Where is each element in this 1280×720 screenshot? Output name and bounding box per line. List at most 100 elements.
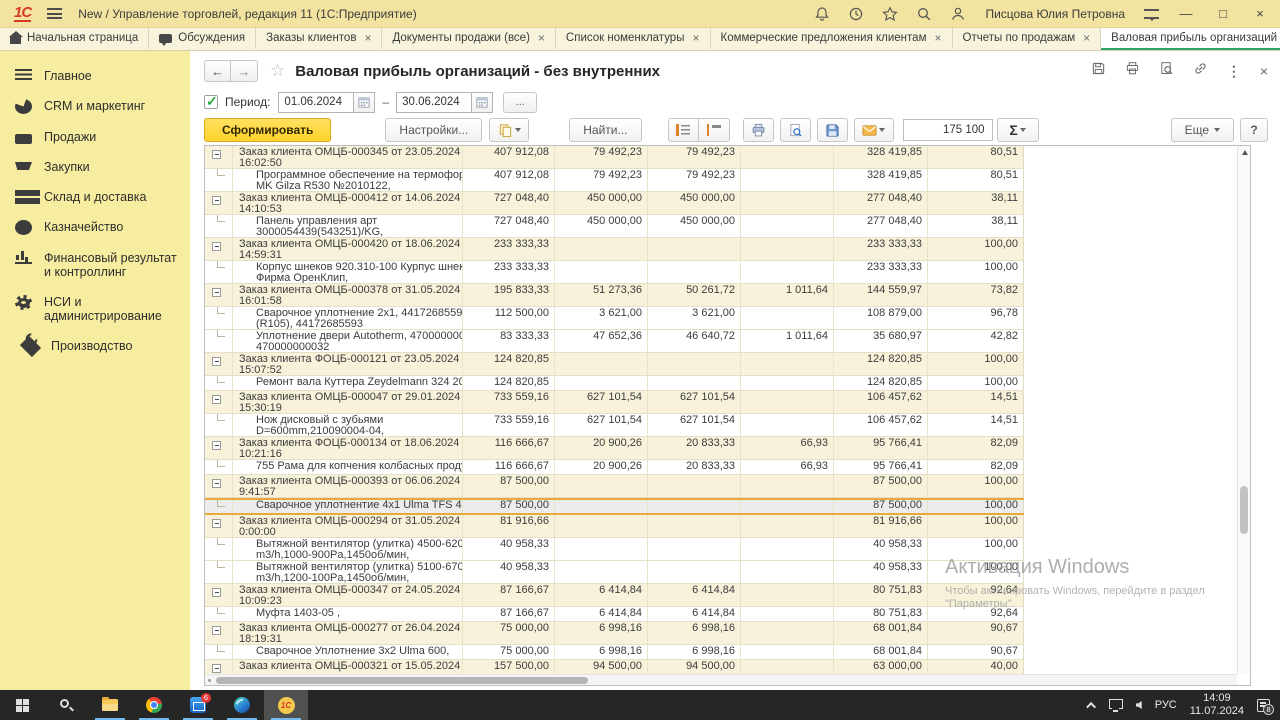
- favorites-star-icon[interactable]: [881, 5, 898, 22]
- horizontal-scrollbar[interactable]: [205, 674, 1237, 685]
- taskbar-explorer-button[interactable]: [88, 690, 132, 720]
- cost2-cell[interactable]: 79 492,23: [648, 146, 741, 168]
- tab-close-icon[interactable]: ×: [538, 31, 545, 45]
- gross-profit-cell[interactable]: 233 333,33: [834, 238, 928, 260]
- extra-cost-cell[interactable]: [741, 538, 834, 560]
- scroll-left-icon[interactable]: [208, 679, 211, 682]
- tree-cell[interactable]: [205, 561, 233, 583]
- revenue-cell[interactable]: 75 000,00: [463, 645, 555, 659]
- collapse-group-icon[interactable]: [212, 196, 221, 205]
- cost-cell[interactable]: 450 000,00: [555, 215, 648, 237]
- cost-cell[interactable]: 6 414,84: [555, 584, 648, 606]
- sidebar-item[interactable]: Казначейство: [0, 212, 190, 243]
- tree-cell[interactable]: [205, 376, 233, 390]
- table-row[interactable]: Заказ клиента ОМЦБ-000378 от 31.05.2024 …: [205, 284, 1024, 307]
- profitability-cell[interactable]: 100,00: [928, 238, 1024, 260]
- revenue-cell[interactable]: 75 000,00: [463, 622, 555, 644]
- tree-cell[interactable]: [205, 284, 233, 306]
- cost2-cell[interactable]: [648, 500, 741, 513]
- cost2-cell[interactable]: [648, 238, 741, 260]
- cost2-cell[interactable]: [648, 353, 741, 375]
- revenue-cell[interactable]: 81 916,66: [463, 515, 555, 537]
- app-tab[interactable]: Документы продажи (все) ×: [382, 28, 555, 50]
- gross-profit-cell[interactable]: 328 419,85: [834, 146, 928, 168]
- report-close-icon[interactable]: ×: [1260, 63, 1268, 79]
- collapse-groups-button[interactable]: [699, 118, 730, 142]
- profitability-cell[interactable]: 80,51: [928, 146, 1024, 168]
- cost-cell[interactable]: 627 101,54: [555, 391, 648, 413]
- extra-cost-cell[interactable]: [741, 261, 834, 283]
- revenue-cell[interactable]: 124 820,85: [463, 376, 555, 390]
- gross-profit-cell[interactable]: 80 751,83: [834, 584, 928, 606]
- profitability-cell[interactable]: 38,11: [928, 215, 1024, 237]
- sidebar-item[interactable]: Финансовый результат и контроллинг: [0, 243, 190, 287]
- tree-cell[interactable]: [205, 192, 233, 214]
- row-name-cell[interactable]: Заказ клиента ОМЦБ-000345 от 23.05.2024 …: [233, 146, 463, 168]
- tree-cell[interactable]: [205, 475, 233, 497]
- cost-cell[interactable]: 20 900,26: [555, 460, 648, 474]
- cost-cell[interactable]: 6 998,16: [555, 645, 648, 659]
- tab-close-icon[interactable]: ×: [692, 31, 699, 45]
- gross-profit-cell[interactable]: 328 419,85: [834, 169, 928, 191]
- revenue-cell[interactable]: 40 958,33: [463, 538, 555, 560]
- gross-profit-cell[interactable]: 106 457,62: [834, 414, 928, 436]
- gross-profit-cell[interactable]: 233 333,33: [834, 261, 928, 283]
- forward-button[interactable]: →: [231, 60, 258, 82]
- service-menu-icon[interactable]: [1144, 8, 1159, 20]
- revenue-cell[interactable]: 733 559,16: [463, 414, 555, 436]
- extra-cost-cell[interactable]: [741, 500, 834, 513]
- cost2-cell[interactable]: 79 492,23: [648, 169, 741, 191]
- revenue-cell[interactable]: 157 500,00: [463, 660, 555, 674]
- row-name-cell[interactable]: Заказ клиента ФОЦБ-000121 от 23.05.2024 …: [233, 353, 463, 375]
- extra-cost-cell[interactable]: [741, 215, 834, 237]
- collapse-group-icon[interactable]: [212, 664, 221, 673]
- send-email-button[interactable]: [854, 118, 894, 142]
- window-minimize-button[interactable]: —: [1176, 6, 1196, 21]
- history-icon[interactable]: [847, 5, 864, 22]
- revenue-cell[interactable]: 124 820,85: [463, 353, 555, 375]
- vertical-scrollbar[interactable]: [1237, 146, 1250, 674]
- horizontal-scroll-thumb[interactable]: [216, 677, 588, 684]
- profitability-cell[interactable]: 90,67: [928, 645, 1024, 659]
- profitability-cell[interactable]: 42,82: [928, 330, 1024, 352]
- vertical-scroll-thumb[interactable]: [1240, 486, 1248, 534]
- row-name-cell[interactable]: Панель управления арт 3000054439(543251)…: [233, 215, 463, 237]
- profitability-cell[interactable]: 100,00: [928, 561, 1024, 583]
- tree-cell[interactable]: [205, 261, 233, 283]
- gross-profit-cell[interactable]: 277 048,40: [834, 215, 928, 237]
- tab-close-icon[interactable]: ×: [364, 31, 371, 45]
- cost2-cell[interactable]: 6 998,16: [648, 645, 741, 659]
- sidebar-item[interactable]: CRM и маркетинг: [0, 91, 190, 122]
- row-name-cell[interactable]: Вытяжной вентилятор (улитка) 5100-6700 m…: [233, 561, 463, 583]
- app-tab[interactable]: Коммерческие предложения клиентам ×: [711, 28, 953, 50]
- gross-profit-cell[interactable]: 40 958,33: [834, 561, 928, 583]
- gross-profit-cell[interactable]: 80 751,83: [834, 607, 928, 621]
- gross-profit-cell[interactable]: 87 500,00: [834, 500, 928, 513]
- more-button[interactable]: Еще: [1171, 118, 1234, 142]
- row-name-cell[interactable]: Сварочное уплотнение 2х1, 44172685593 (R…: [233, 307, 463, 329]
- table-row[interactable]: Вытяжной вентилятор (улитка) 5100-6700 m…: [205, 561, 1024, 584]
- taskbar-edge-button[interactable]: [220, 690, 264, 720]
- cost-cell[interactable]: 450 000,00: [555, 192, 648, 214]
- find-button[interactable]: Найти...: [569, 118, 641, 142]
- cost-cell[interactable]: 94 500,00: [555, 660, 648, 674]
- revenue-cell[interactable]: 116 666,67: [463, 460, 555, 474]
- revenue-cell[interactable]: 727 048,40: [463, 215, 555, 237]
- gross-profit-cell[interactable]: 106 457,62: [834, 391, 928, 413]
- tree-cell[interactable]: [205, 660, 233, 674]
- profitability-cell[interactable]: 100,00: [928, 353, 1024, 375]
- profitability-cell[interactable]: 40,00: [928, 660, 1024, 674]
- cost2-cell[interactable]: 20 833,33: [648, 460, 741, 474]
- cost-cell[interactable]: [555, 475, 648, 497]
- start-button[interactable]: [0, 690, 44, 720]
- row-name-cell[interactable]: Заказ клиента ОМЦБ-000321 от 15.05.2024: [233, 660, 463, 674]
- cost-cell[interactable]: 51 273,36: [555, 284, 648, 306]
- window-close-button[interactable]: ×: [1250, 6, 1270, 21]
- cost-cell[interactable]: 6 414,84: [555, 607, 648, 621]
- gross-profit-cell[interactable]: 40 958,33: [834, 538, 928, 560]
- row-name-cell[interactable]: Заказ клиента ФОЦБ-000134 от 18.06.2024 …: [233, 437, 463, 459]
- gross-profit-cell[interactable]: 95 766,41: [834, 437, 928, 459]
- extra-cost-cell[interactable]: 66,93: [741, 460, 834, 474]
- current-user-name[interactable]: Писцова Юлия Петровна: [985, 7, 1125, 21]
- table-row[interactable]: Панель управления арт 3000054439(543251)…: [205, 215, 1024, 238]
